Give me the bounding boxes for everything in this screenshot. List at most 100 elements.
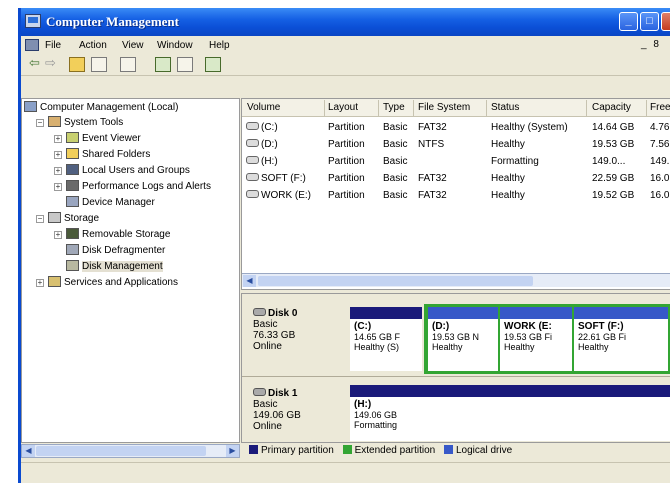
computer-icon <box>24 101 37 112</box>
table-row[interactable]: WORK (E:) Partition Basic FAT32 Healthy … <box>242 189 670 203</box>
disk-icon <box>246 190 259 198</box>
computer-management-icon <box>25 14 41 28</box>
column-layout[interactable]: Layout <box>328 102 358 113</box>
logical-drive-swatch <box>444 445 453 454</box>
show-hide-tree-icon[interactable] <box>91 57 107 72</box>
close-button[interactable] <box>661 12 670 31</box>
disk-graphical-view[interactable]: Disk 0 Basic 76.33 GB Online (C:) 14.65 … <box>241 293 670 443</box>
table-row[interactable]: (C:) Partition Basic FAT32 Healthy (Syst… <box>242 121 670 135</box>
partition-soft-f[interactable]: SOFT (F:) 22.61 GB Fi Healthy <box>574 307 668 371</box>
disk-0-label[interactable]: Disk 0 Basic 76.33 GB Online <box>243 302 349 374</box>
column-type[interactable]: Type <box>383 102 405 113</box>
tree-item-event-viewer[interactable]: Event Viewer <box>66 132 141 146</box>
partition-c[interactable]: (C:) 14.65 GB F Healthy (S) <box>350 307 422 371</box>
properties-icon[interactable] <box>120 57 136 72</box>
tree-item-disk-management[interactable]: Disk Management <box>66 260 163 274</box>
column-volume[interactable]: Volume <box>247 102 280 113</box>
device-manager-icon <box>66 196 79 207</box>
scrollbar-thumb[interactable] <box>36 446 206 456</box>
tree-horizontal-scrollbar[interactable]: ◀ ▶ <box>21 444 240 458</box>
primary-partition-swatch <box>249 445 258 454</box>
legend-logical: Logical drive <box>456 445 513 456</box>
partition-h[interactable]: (H:) 149.06 GB Formatting <box>350 385 670 441</box>
volume-horizontal-scrollbar[interactable]: ◀ <box>242 273 670 287</box>
tree-item-storage[interactable]: Storage <box>48 212 99 226</box>
legend-extended: Extended partition <box>354 445 436 456</box>
up-folder-icon[interactable] <box>69 57 85 72</box>
table-row[interactable]: (D:) Partition Basic NTFS Healthy 19.53 … <box>242 138 670 152</box>
performance-icon <box>66 180 79 191</box>
partition-legend: Primary partition Extended partition Log… <box>241 445 670 459</box>
expand-icon[interactable]: + <box>36 279 44 287</box>
shared-folder-icon <box>66 148 79 159</box>
help-icon[interactable] <box>155 57 171 72</box>
disk-icon <box>246 139 259 147</box>
scroll-left-icon[interactable]: ◀ <box>22 445 35 457</box>
minimize-button[interactable]: _ <box>619 12 638 31</box>
back-icon[interactable]: ⇦ <box>29 55 45 70</box>
scrollbar-thumb[interactable] <box>258 276 533 286</box>
menu-window[interactable]: Window <box>157 40 193 51</box>
title-bar[interactable]: Computer Management _ □ <box>21 8 670 36</box>
tree-item-system-tools[interactable]: System Tools <box>48 116 123 130</box>
removable-storage-icon <box>66 228 79 239</box>
forward-icon[interactable]: ⇨ <box>45 55 61 70</box>
column-status[interactable]: Status <box>491 102 519 113</box>
collapse-icon[interactable]: − <box>36 119 44 127</box>
expand-icon[interactable]: + <box>54 135 62 143</box>
disk-1-label[interactable]: Disk 1 Basic 149.06 GB Online <box>243 382 349 442</box>
column-file-system[interactable]: File System <box>418 102 470 113</box>
volume-list-header: Volume Layout Type File System Status Ca… <box>242 99 670 117</box>
defragmenter-icon <box>66 244 79 255</box>
expand-icon[interactable]: + <box>54 167 62 175</box>
scroll-left-icon[interactable]: ◀ <box>243 275 256 287</box>
collapse-icon[interactable]: − <box>36 215 44 223</box>
expand-icon[interactable]: + <box>54 183 62 191</box>
disk-icon <box>246 156 259 164</box>
tree-item-services-applications[interactable]: Services and Applications <box>48 276 178 290</box>
column-capacity[interactable]: Capacity <box>592 102 631 113</box>
disk-icon <box>246 173 259 181</box>
storage-icon <box>48 212 61 223</box>
menu-view[interactable]: View <box>122 40 144 51</box>
disk-icon <box>253 388 266 396</box>
system-menu-icon[interactable] <box>25 39 39 51</box>
mdi-window-controls[interactable]: _ 8 <box>641 39 661 50</box>
volume-list[interactable]: Volume Layout Type File System Status Ca… <box>241 98 670 290</box>
extended-partition-swatch <box>342 445 352 454</box>
status-bar <box>21 462 670 483</box>
partition-work-e[interactable]: WORK (E: 19.53 GB Fi Healthy <box>500 307 572 371</box>
export-list-icon[interactable] <box>205 57 221 72</box>
tree-item-local-users[interactable]: Local Users and Groups <box>66 164 190 178</box>
column-free[interactable]: Free <box>650 102 670 113</box>
console-tree[interactable]: Computer Management (Local) − System Too… <box>21 98 240 443</box>
disk-icon <box>246 122 259 130</box>
menu-bar: File Action View Window Help _ 8 <box>21 36 670 54</box>
tree-item-performance-logs[interactable]: Performance Logs and Alerts <box>66 180 211 194</box>
tree-item-disk-defragmenter[interactable]: Disk Defragmenter <box>66 244 165 258</box>
toolbar: ⇦ ⇨ <box>21 54 670 76</box>
tree-item-device-manager[interactable]: Device Manager <box>66 196 155 210</box>
legend-primary: Primary partition <box>261 445 334 456</box>
table-row[interactable]: SOFT (F:) Partition Basic FAT32 Healthy … <box>242 172 670 186</box>
disk-icon <box>253 308 266 316</box>
menu-action[interactable]: Action <box>79 40 107 51</box>
menu-file[interactable]: File <box>45 40 61 51</box>
services-icon <box>48 276 61 287</box>
table-row[interactable]: (H:) Partition Basic Formatting 149.0...… <box>242 155 670 169</box>
computer-management-window: Computer Management _ □ File Action View… <box>18 8 670 483</box>
tree-item-root[interactable]: Computer Management (Local) <box>24 101 178 115</box>
menu-help[interactable]: Help <box>209 40 230 51</box>
maximize-button[interactable]: □ <box>640 12 659 31</box>
scroll-right-icon[interactable]: ▶ <box>226 445 239 457</box>
tools-icon <box>48 116 61 127</box>
partition-d[interactable]: (D:) 19.53 GB N Healthy <box>428 307 498 371</box>
tree-item-removable-storage[interactable]: Removable Storage <box>66 228 170 242</box>
tree-item-shared-folders[interactable]: Shared Folders <box>66 148 150 162</box>
disk-management-icon <box>66 260 79 271</box>
event-viewer-icon <box>66 132 79 143</box>
expand-icon[interactable]: + <box>54 151 62 159</box>
expand-icon[interactable]: + <box>54 231 62 239</box>
refresh-icon[interactable] <box>177 57 193 72</box>
window-title: Computer Management <box>46 14 179 29</box>
